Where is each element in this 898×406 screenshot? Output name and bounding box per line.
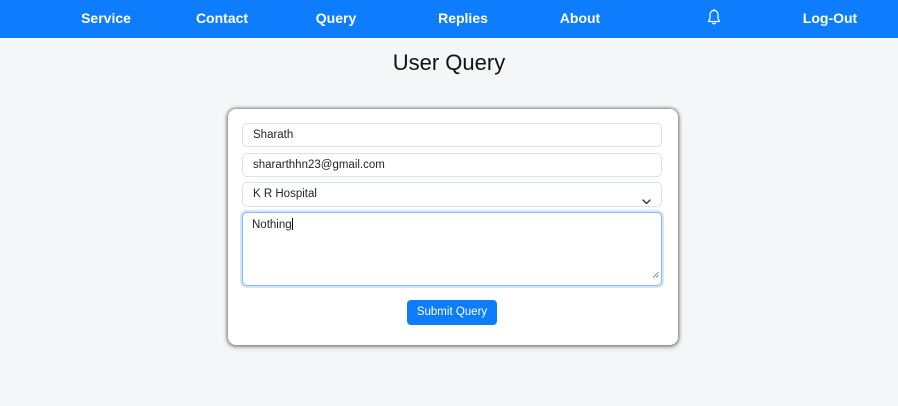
message-textarea-value: Nothing <box>252 219 292 231</box>
text-caret <box>291 218 293 230</box>
nav-replies[interactable]: Replies <box>438 0 488 38</box>
email-field-value: shararthhn23@gmail.com <box>253 159 385 171</box>
submit-query-button[interactable]: Submit Query <box>407 300 497 325</box>
nav-query[interactable]: Query <box>316 0 356 38</box>
page-title: User Query <box>392 50 506 75</box>
nav-service[interactable]: Service <box>81 0 131 38</box>
logout-link[interactable]: Log-Out <box>803 0 857 38</box>
query-form-card: Sharath shararthhn23@gmail.com K R Hospi… <box>228 109 678 345</box>
bell-icon[interactable] <box>707 8 721 27</box>
resize-handle-icon[interactable] <box>652 268 659 283</box>
hospital-select-value: K R Hospital <box>253 188 317 200</box>
page: Service Contact Query Replies About Log-… <box>0 0 898 406</box>
top-navbar: Service Contact Query Replies About Log-… <box>0 0 898 38</box>
nav-about[interactable]: About <box>560 0 600 38</box>
email-field[interactable]: shararthhn23@gmail.com <box>242 153 662 177</box>
nav-contact[interactable]: Contact <box>196 0 248 38</box>
message-textarea[interactable]: Nothing <box>242 212 662 286</box>
name-field-value: Sharath <box>253 129 294 141</box>
chevron-down-icon <box>642 191 651 214</box>
hospital-select[interactable]: K R Hospital <box>242 182 662 207</box>
name-field[interactable]: Sharath <box>242 123 662 147</box>
